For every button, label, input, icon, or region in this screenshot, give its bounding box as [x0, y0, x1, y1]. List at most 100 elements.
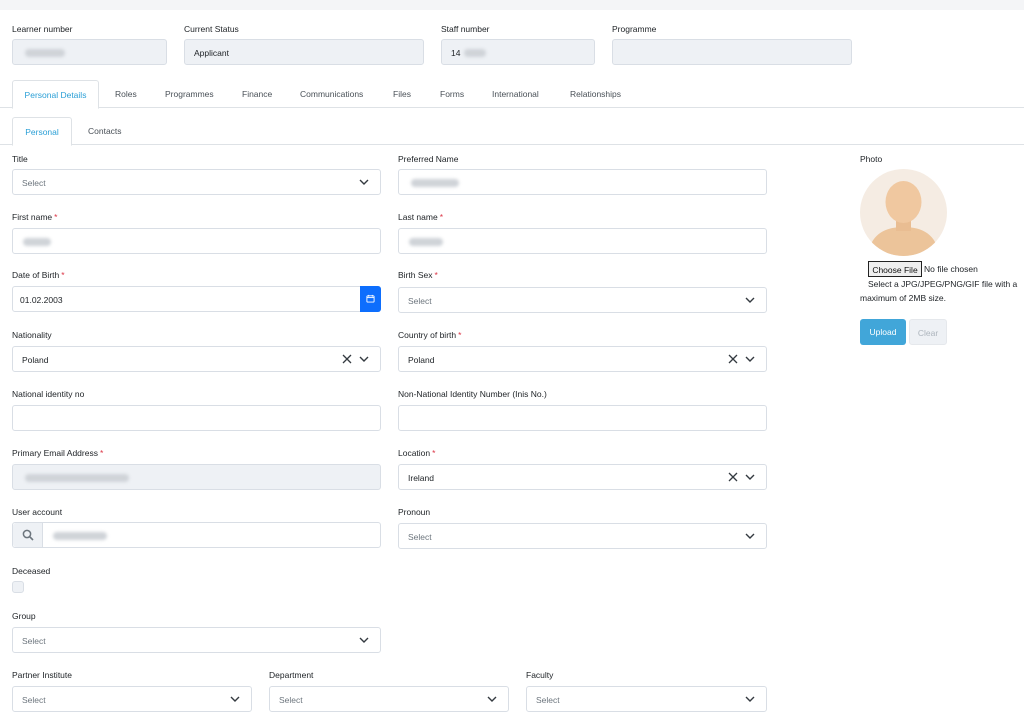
staff-number-label: Staff number: [441, 24, 490, 34]
birth-sex-select[interactable]: Select: [398, 287, 767, 313]
first-name-label: First name *: [12, 212, 57, 222]
avatar-placeholder-icon: [860, 169, 947, 256]
required-mark: *: [458, 330, 462, 340]
last-name-input[interactable]: [398, 228, 767, 254]
first-name-label-text: First name: [12, 212, 53, 222]
country-of-birth-label: Country of birth *: [398, 330, 461, 340]
current-status-label: Current Status: [184, 24, 239, 34]
tab-personal[interactable]: Personal: [12, 117, 72, 146]
partner-institute-label: Partner Institute: [12, 670, 73, 680]
calendar-button[interactable]: [360, 286, 381, 312]
nationality-label: Nationality: [12, 330, 52, 340]
redacted-value: [53, 532, 107, 540]
faculty-select[interactable]: Select: [526, 686, 767, 712]
last-name-label: Last name *: [398, 212, 443, 222]
national-id-label: National identity no: [12, 389, 85, 399]
photo-hint-line1: Select a JPG/JPEG/PNG/GIF file with a: [868, 279, 1018, 289]
learner-number-field: [12, 39, 167, 65]
calendar-icon: [366, 294, 375, 303]
preferred-name-label: Preferred Name: [398, 154, 459, 164]
search-icon: [22, 529, 34, 541]
search-addon: [13, 523, 43, 547]
clear-icon[interactable]: [728, 354, 738, 364]
redacted-value: [25, 49, 65, 57]
pronoun-value: Select: [408, 532, 432, 542]
partner-institute-select[interactable]: Select: [12, 686, 252, 712]
primary-email-label: Primary Email Address *: [12, 448, 103, 458]
non-national-id-input[interactable]: [398, 405, 767, 431]
upload-button[interactable]: Upload: [860, 319, 906, 345]
tab-relationships[interactable]: Relationships: [570, 80, 621, 108]
user-account-input[interactable]: [12, 522, 381, 548]
national-id-input[interactable]: [12, 405, 381, 431]
partner-institute-value: Select: [22, 695, 46, 705]
department-select[interactable]: Select: [269, 686, 509, 712]
clear-button[interactable]: Clear: [909, 319, 947, 345]
user-account-label: User account: [12, 507, 63, 517]
redacted-value: [411, 179, 459, 187]
country-of-birth-value: Poland: [408, 355, 435, 365]
programme-field: [612, 39, 852, 65]
chevron-down-icon: [359, 356, 369, 362]
required-mark: *: [434, 270, 438, 280]
redacted-value: [409, 238, 443, 246]
current-status-value: Applicant: [194, 48, 229, 58]
chevron-down-icon: [487, 696, 497, 702]
title-label: Title: [12, 154, 28, 164]
tab-roles[interactable]: Roles: [115, 80, 137, 108]
deceased-label: Deceased: [12, 566, 51, 576]
learner-number-label: Learner number: [12, 24, 73, 34]
nationality-value: Poland: [22, 355, 49, 365]
tab-finance[interactable]: Finance: [242, 80, 272, 108]
redacted-value: [464, 49, 486, 57]
first-name-input[interactable]: [12, 228, 381, 254]
tab-communications[interactable]: Communications: [300, 80, 363, 108]
required-mark: *: [99, 448, 104, 458]
dob-input[interactable]: 01.02.2003: [12, 286, 381, 312]
chevron-down-icon: [745, 474, 755, 480]
group-label: Group: [12, 611, 36, 621]
chevron-down-icon: [359, 179, 369, 185]
tab-contacts[interactable]: Contacts: [88, 117, 122, 145]
no-file-chosen-text: No file chosen: [924, 264, 978, 274]
required-mark: *: [439, 212, 444, 222]
title-select-value: Select: [22, 178, 46, 188]
tab-international[interactable]: International: [492, 80, 539, 108]
clear-icon[interactable]: [342, 354, 352, 364]
sub-tabs: Personal Contacts: [0, 117, 1024, 146]
tab-files[interactable]: Files: [393, 80, 411, 108]
pronoun-select[interactable]: Select: [398, 523, 767, 549]
dob-value: 01.02.2003: [20, 295, 63, 305]
tab-personal-details[interactable]: Personal Details: [12, 80, 99, 109]
title-select[interactable]: Select: [12, 169, 381, 195]
staff-number-field: 14: [441, 39, 595, 65]
chevron-down-icon: [359, 637, 369, 643]
choose-file-button[interactable]: Choose File: [868, 261, 922, 277]
primary-email-label-text: Primary Email Address: [12, 448, 98, 458]
country-of-birth-label-text: Country of birth: [398, 330, 457, 340]
group-select[interactable]: Select: [12, 627, 381, 653]
non-national-id-label: Non-National Identity Number (Inis No.): [398, 389, 547, 399]
group-value: Select: [22, 636, 46, 646]
dob-label-text: Date of Birth: [12, 270, 60, 280]
location-label: Location *: [398, 448, 435, 458]
required-mark: *: [432, 448, 436, 458]
location-select[interactable]: Ireland: [398, 464, 767, 490]
location-value: Ireland: [408, 473, 434, 483]
tab-forms[interactable]: Forms: [440, 80, 464, 108]
required-mark: *: [54, 212, 58, 222]
country-of-birth-select[interactable]: Poland: [398, 346, 767, 372]
chevron-down-icon: [745, 533, 755, 539]
tab-programmes[interactable]: Programmes: [165, 80, 214, 108]
chevron-down-icon: [745, 696, 755, 702]
deceased-checkbox[interactable]: [12, 581, 24, 593]
photo-hint-line2: maximum of 2MB size.: [860, 293, 946, 303]
staff-number-value: 14: [451, 48, 461, 58]
clear-icon[interactable]: [728, 472, 738, 482]
preferred-name-input[interactable]: [398, 169, 767, 195]
chevron-down-icon: [230, 696, 240, 702]
birth-sex-label-text: Birth Sex: [398, 270, 433, 280]
redacted-value: [23, 238, 51, 246]
required-mark: *: [61, 270, 65, 280]
nationality-select[interactable]: Poland: [12, 346, 381, 372]
